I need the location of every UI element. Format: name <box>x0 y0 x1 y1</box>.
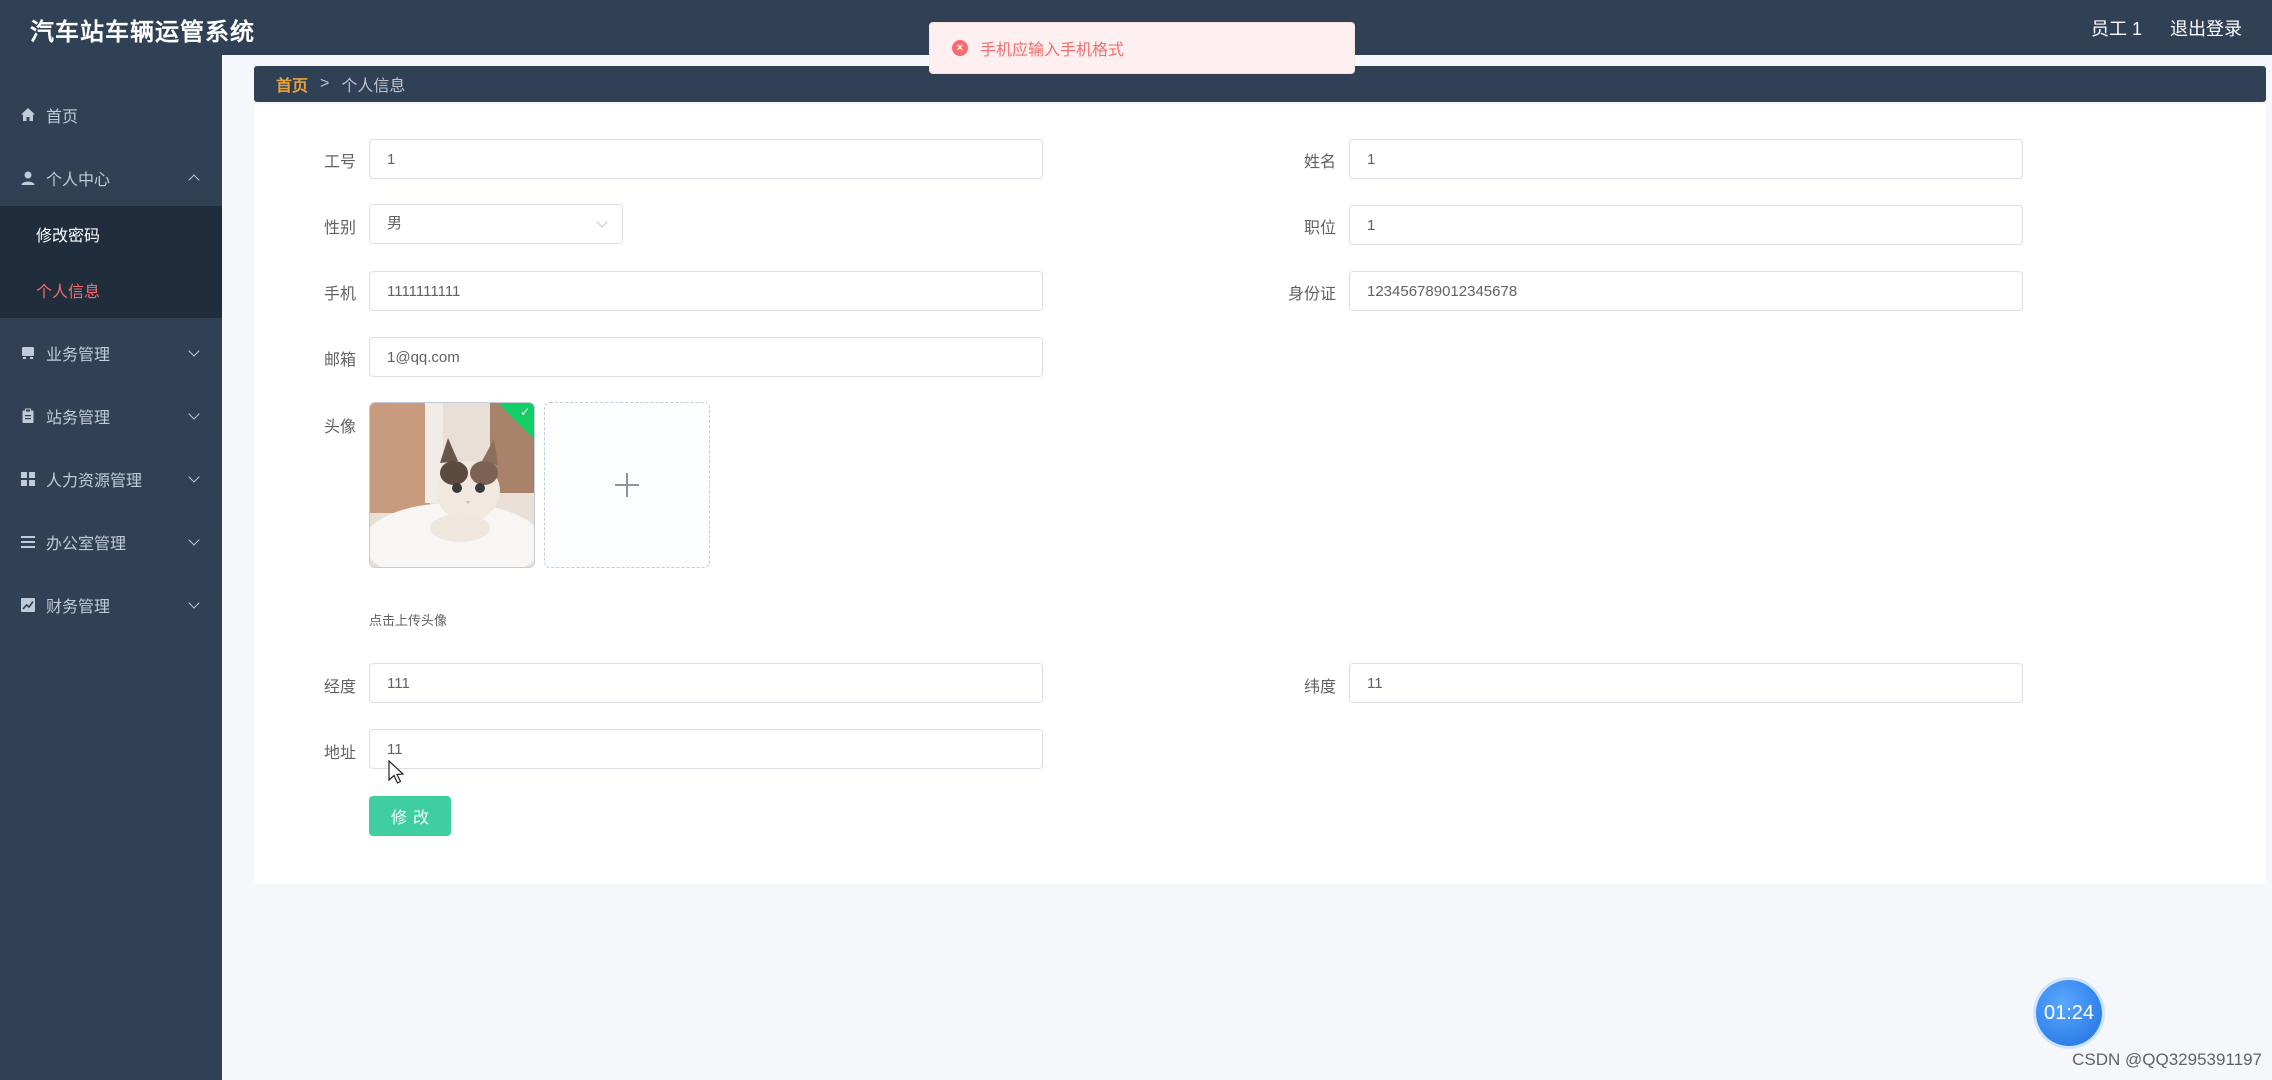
watermark-text: CSDN @QQ3295391197 <box>2072 1050 2262 1069</box>
sidebar-item-label: 办公室管理 <box>46 536 127 553</box>
address-input[interactable] <box>369 729 1043 769</box>
sidebar-item-label: 财务管理 <box>46 599 111 616</box>
sidebar-item-label: 个人信息 <box>36 284 101 301</box>
sidebar-subitem-change-password[interactable]: 修改密码 <box>0 206 222 262</box>
sidebar-item-label: 首页 <box>46 109 79 126</box>
sidebar-item-office[interactable]: 办公室管理 <box>0 514 222 570</box>
chevron-down-icon <box>188 534 200 546</box>
sidebar-item-label: 业务管理 <box>46 347 111 364</box>
avatar-thumbnail[interactable]: ✓ <box>369 402 535 568</box>
latitude-label: 纬度 <box>1303 679 1336 696</box>
sidebar-item-station[interactable]: 站务管理 <box>0 388 222 444</box>
position-input[interactable] <box>1349 205 2023 245</box>
plus-icon <box>545 403 709 567</box>
sidebar-item-label: 人力资源管理 <box>46 473 143 490</box>
gender-selected-value: 男 <box>387 215 403 232</box>
clipboard-icon <box>22 408 34 423</box>
chevron-down-icon <box>188 345 200 357</box>
sidebar-item-business[interactable]: 业务管理 <box>0 325 222 381</box>
grid-icon <box>21 472 35 486</box>
check-icon: ✓ <box>519 405 530 419</box>
avatar-label: 头像 <box>323 419 356 436</box>
avatar-upload-button[interactable] <box>544 402 710 568</box>
recording-timer[interactable]: 01:24 <box>2036 980 2102 1046</box>
chevron-down-icon <box>188 408 200 420</box>
error-toast: × 手机应输入手机格式 <box>929 22 1355 74</box>
longitude-label: 经度 <box>323 679 356 696</box>
chevron-up-icon <box>188 174 200 186</box>
sidebar-item-finance[interactable]: 财务管理 <box>0 577 222 633</box>
breadcrumb-separator: > <box>320 75 330 92</box>
sidebar-item-label: 个人中心 <box>46 172 111 189</box>
sidebar-subitem-personal-info[interactable]: 个人信息 <box>0 262 222 318</box>
avatar-upload-tip: 点击上传头像 <box>369 613 448 628</box>
sidebar-menu: 首页 个人中心 修改密码 个人信息 业务管理 站务管理 人力资源管理 办公室管理… <box>0 55 222 1080</box>
sidebar-item-home[interactable]: 首页 <box>0 87 222 143</box>
id-card-input[interactable] <box>1349 271 2023 311</box>
chart-icon <box>21 598 35 612</box>
sidebar-item-label: 修改密码 <box>36 228 101 245</box>
chevron-down-icon <box>188 597 200 609</box>
email-input[interactable] <box>369 337 1043 377</box>
gender-select[interactable]: 男 <box>369 204 623 244</box>
phone-input[interactable] <box>369 271 1043 311</box>
breadcrumb-home-link[interactable]: 首页 <box>276 72 308 96</box>
gender-label: 性别 <box>323 220 356 237</box>
sidebar-item-personal-center[interactable]: 个人中心 <box>0 150 222 206</box>
error-circle-icon: × <box>952 40 968 56</box>
mouse-pointer-icon <box>388 760 405 784</box>
id-card-label: 身份证 <box>1287 286 1336 303</box>
phone-label: 手机 <box>323 286 356 303</box>
job-no-label: 工号 <box>323 154 356 171</box>
list-icon <box>21 536 35 548</box>
logout-link[interactable]: 退出登录 <box>2170 15 2242 41</box>
sidebar-item-hr[interactable]: 人力资源管理 <box>0 451 222 507</box>
name-label: 姓名 <box>1303 154 1336 171</box>
chevron-down-icon <box>596 216 608 228</box>
bus-icon <box>22 347 34 359</box>
job-no-input[interactable] <box>369 139 1043 179</box>
chevron-down-icon <box>188 471 200 483</box>
sidebar-item-label: 站务管理 <box>46 410 111 427</box>
position-label: 职位 <box>1303 220 1336 237</box>
latitude-input[interactable] <box>1349 663 2023 703</box>
modify-submit-button[interactable]: 修改 <box>369 796 451 836</box>
app-title: 汽车站车辆运管系统 <box>30 19 255 46</box>
user-icon <box>21 171 35 185</box>
current-user-label[interactable]: 员工 1 <box>2091 15 2142 41</box>
toast-message: 手机应输入手机格式 <box>980 42 1125 59</box>
email-label: 邮箱 <box>323 352 356 369</box>
longitude-input[interactable] <box>369 663 1043 703</box>
home-icon <box>21 108 35 121</box>
header-user-actions: 员工 1 退出登录 <box>2091 15 2242 41</box>
address-label: 地址 <box>323 745 356 762</box>
name-input[interactable] <box>1349 139 2023 179</box>
breadcrumb-current: 个人信息 <box>341 78 406 95</box>
